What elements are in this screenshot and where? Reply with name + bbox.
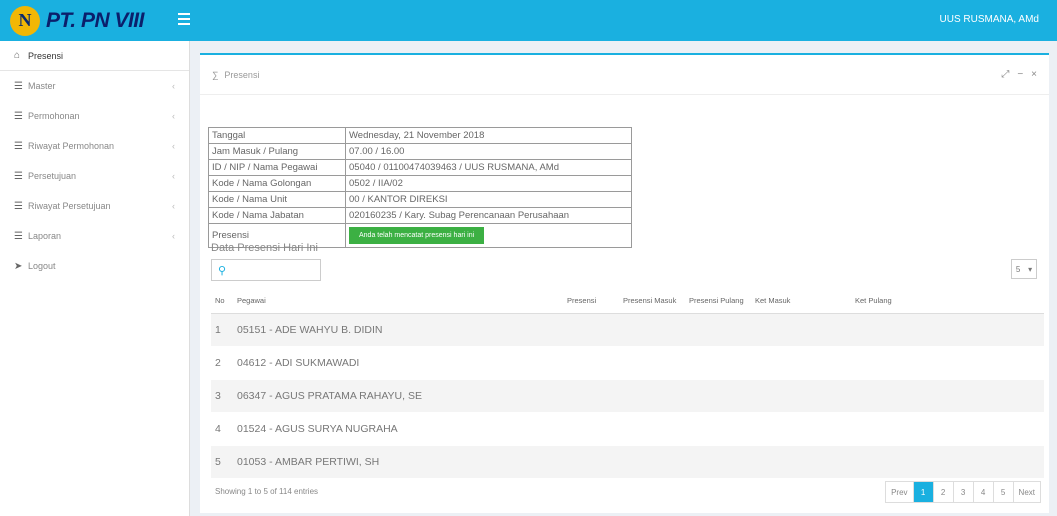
panel-tools: ⤢ − ×	[1001, 69, 1037, 80]
info-value: 00 / KANTOR DIREKSI	[345, 191, 632, 208]
list-icon: ☰	[14, 200, 23, 212]
prev-page-button[interactable]: Prev	[886, 482, 912, 502]
column-header[interactable]: Presensi	[563, 289, 619, 314]
brand-name: PT. PN VIII	[46, 8, 144, 32]
column-header[interactable]: Ket Masuk	[751, 289, 851, 314]
presensi-status-badge: Anda telah mencatat presensi hari ini	[349, 227, 485, 244]
sidebar-item-label: Presensi	[28, 50, 64, 61]
info-key: Tanggal	[208, 127, 346, 144]
minimize-icon[interactable]: −	[1017, 69, 1023, 80]
next-page-button[interactable]: Next	[1012, 482, 1040, 502]
info-value: 0502 / IIA/02	[345, 175, 632, 192]
brand[interactable]: N PT. PN VIII	[0, 0, 190, 41]
info-value: 05040 / 01100474039463 / UUS RUSMANA, AM…	[345, 159, 632, 176]
pagination: Prev 1 2 3 4 5 Next	[885, 481, 1041, 503]
table-row[interactable]: 3 06347 - AGUS PRATAMA RAHAYU, SE	[211, 379, 1044, 413]
sidebar-item-logout[interactable]: ➤ Logout	[0, 251, 189, 281]
info-value: 020160235 / Kary. Subag Perencanaan Peru…	[345, 207, 632, 224]
search-input[interactable]: ⚲	[211, 259, 321, 281]
employee-info-table: Tanggal Wednesday, 21 November 2018 Jam M…	[208, 127, 632, 248]
table-header-row: No Pegawai Presensi Presensi Masuk Prese…	[211, 289, 1044, 314]
page-size-select[interactable]: 5 ▾	[1011, 259, 1037, 279]
row-number: 3	[211, 379, 233, 413]
table-row[interactable]: 5 01053 - AMBAR PERTIWI, SH	[211, 445, 1044, 479]
logo: N	[10, 5, 40, 36]
column-header[interactable]: Pegawai	[233, 289, 563, 314]
sidebar-item-label: Riwayat Persetujuan	[28, 201, 111, 211]
sidebar-item-permohonan[interactable]: ☰ Permohonan ‹	[0, 101, 189, 131]
sidebar-item-master[interactable]: ☰ Master ‹	[0, 71, 189, 101]
sidebar-item-label: Riwayat Permohonan	[28, 141, 115, 151]
info-key: ID / NIP / Nama Pegawai	[208, 159, 346, 176]
sidebar-item-presensi[interactable]: ⌂ Presensi	[0, 41, 189, 71]
sidebar-item-riwayat-persetujuan[interactable]: ☰ Riwayat Persetujuan ‹	[0, 191, 189, 221]
sidebar-item-label: Logout	[28, 261, 56, 271]
list-icon: ☰	[14, 110, 23, 122]
chevron-left-icon: ‹	[172, 201, 175, 211]
list-icon: ☰	[14, 140, 23, 152]
home-icon: ⌂	[14, 50, 21, 61]
row-number: 2	[211, 346, 233, 380]
info-key: Kode / Nama Golongan	[208, 175, 346, 192]
chevron-left-icon: ‹	[172, 231, 175, 241]
info-value: Wednesday, 21 November 2018	[345, 127, 632, 144]
row-number: 5	[211, 445, 233, 479]
sidebar-item-label: Laporan	[28, 231, 62, 241]
row-number: 1	[211, 313, 233, 347]
list-icon: ☰	[14, 80, 23, 92]
sidebar-item-persetujuan[interactable]: ☰ Persetujuan ‹	[0, 161, 189, 191]
column-header[interactable]: Ket Pulang	[851, 289, 1044, 314]
table-row[interactable]: 1 05151 - ADE WAHYU B. DIDIN	[211, 313, 1044, 347]
column-header[interactable]: Presensi Pulang	[685, 289, 751, 314]
row-pegawai: 01053 - AMBAR PERTIWI, SH	[233, 445, 1044, 479]
info-value: Anda telah mencatat presensi hari ini	[345, 223, 632, 248]
row-pegawai: 01524 - AGUS SURYA NUGRAHA	[233, 412, 1044, 446]
sidebar-item-label: Permohonan	[28, 111, 80, 121]
panel-title: Presensi	[224, 69, 260, 80]
info-key: Jam Masuk / Pulang	[208, 143, 346, 160]
info-key: Kode / Nama Unit	[208, 191, 346, 208]
page-button[interactable]: 1	[912, 482, 933, 502]
section-title: Data Presensi Hari Ini	[211, 242, 318, 254]
sidebar-item-laporan[interactable]: ☰ Laporan ‹	[0, 221, 189, 251]
search-icon: ⚲	[218, 264, 227, 277]
sidebar-item-label: Master	[28, 81, 56, 91]
top-navbar: N PT. PN VIII UUS RUSMANA, AMd	[0, 0, 1057, 41]
page-size-value: 5	[1015, 264, 1021, 274]
list-icon: ☰	[14, 230, 23, 242]
row-number: 4	[211, 412, 233, 446]
page-button[interactable]: 4	[972, 482, 993, 502]
column-header[interactable]: Presensi Masuk	[619, 289, 685, 314]
sidebar: ⌂ Presensi ☰ Master ‹ ☰ Permohonan ‹ ☰ R…	[0, 41, 190, 516]
presensi-table: No Pegawai Presensi Presensi Masuk Prese…	[211, 289, 1044, 479]
close-icon[interactable]: ×	[1031, 69, 1037, 80]
info-key: Kode / Nama Jabatan	[208, 207, 346, 224]
list-icon: ☰	[14, 170, 23, 182]
chevron-left-icon: ‹	[172, 81, 175, 91]
sidebar-item-riwayat-permohonan[interactable]: ☰ Riwayat Permohonan ‹	[0, 131, 189, 161]
page-button[interactable]: 3	[952, 482, 973, 502]
expand-icon[interactable]: ⤢	[1001, 69, 1009, 80]
logout-icon: ➤	[14, 260, 23, 272]
table-info: Showing 1 to 5 of 114 entries	[215, 487, 319, 496]
column-header[interactable]: No	[211, 289, 233, 314]
filter-icon: ∑	[212, 69, 219, 80]
page-button[interactable]: 2	[932, 482, 953, 502]
user-menu[interactable]: UUS RUSMANA, AMd	[940, 14, 1039, 25]
row-pegawai: 05151 - ADE WAHYU B. DIDIN	[233, 313, 1044, 347]
caret-down-icon: ▾	[1028, 264, 1033, 274]
info-value: 07.00 / 16.00	[345, 143, 632, 160]
row-pegawai: 04612 - ADI SUKMAWADI	[233, 346, 1044, 380]
chevron-left-icon: ‹	[172, 111, 175, 121]
menu-toggle-icon[interactable]	[178, 13, 190, 25]
page-button[interactable]: 5	[992, 482, 1013, 502]
chevron-left-icon: ‹	[172, 171, 175, 181]
table-row[interactable]: 2 04612 - ADI SUKMAWADI	[211, 346, 1044, 380]
row-pegawai: 06347 - AGUS PRATAMA RAHAYU, SE	[233, 379, 1044, 413]
table-row[interactable]: 4 01524 - AGUS SURYA NUGRAHA	[211, 412, 1044, 446]
panel-header: ∑ Presensi	[200, 55, 1049, 95]
chevron-left-icon: ‹	[172, 141, 175, 151]
sidebar-item-label: Persetujuan	[28, 171, 77, 181]
